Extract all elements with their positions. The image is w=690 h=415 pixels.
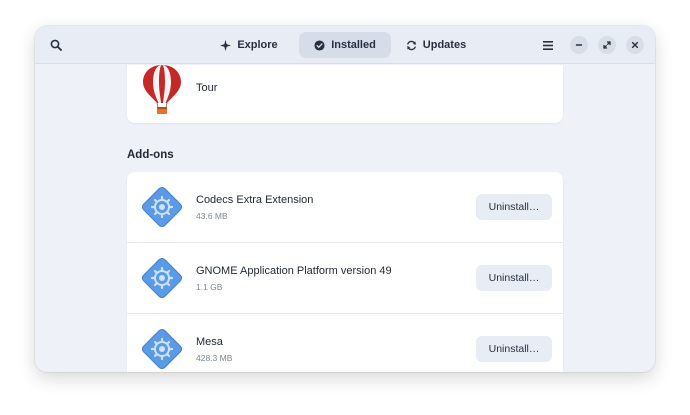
uninstall-button[interactable]: Uninstall… [476, 265, 552, 291]
addons-card: Codecs Extra Extension 43.6 MB Uninstall… [127, 172, 563, 372]
check-circle-icon [314, 39, 325, 51]
installed-list: Tour Add-ons Codecs Extra Extension 43.6… [35, 65, 655, 372]
apps-card: Tour [127, 65, 563, 123]
app-window: Explore Installed Updates Tour Add-ons C… [35, 26, 655, 372]
addon-size: 43.6 MB [196, 211, 228, 221]
addon-gear-icon [141, 257, 183, 299]
list-item[interactable]: Codecs Extra Extension 43.6 MB Uninstall… [127, 172, 563, 243]
tab-label: Explore [237, 39, 278, 51]
list-item[interactable]: Mesa 428.3 MB Uninstall… [127, 314, 563, 372]
section-title: Add-ons [127, 149, 174, 161]
app-name: Tour [196, 82, 218, 94]
tab-updates[interactable]: Updates [401, 32, 471, 58]
addon-size: 428.3 MB [196, 353, 233, 363]
close-button[interactable] [626, 36, 644, 54]
addon-name: Mesa [196, 336, 223, 348]
tab-installed[interactable]: Installed [299, 32, 391, 58]
tab-label: Installed [331, 39, 376, 51]
uninstall-button[interactable]: Uninstall… [476, 336, 552, 362]
header-bar: Explore Installed Updates [35, 26, 655, 64]
minimize-button[interactable] [570, 36, 588, 54]
list-item[interactable]: Tour [127, 65, 563, 123]
uninstall-button[interactable]: Uninstall… [476, 194, 552, 220]
addon-name: GNOME Application Platform version 49 [196, 265, 392, 277]
maximize-icon [603, 41, 611, 49]
hamburger-menu-icon [543, 40, 553, 50]
minimize-icon [575, 44, 583, 46]
refresh-icon [406, 40, 416, 50]
tab-explore[interactable]: Explore [213, 32, 285, 58]
addon-gear-icon [141, 186, 183, 228]
maximize-button[interactable] [598, 36, 616, 54]
addon-name: Codecs Extra Extension [196, 194, 314, 206]
tab-label: Updates [422, 39, 467, 51]
hot-air-balloon-icon [143, 65, 181, 114]
sparkle-icon [220, 39, 232, 51]
addon-size: 1.1 GB [196, 282, 223, 292]
list-item[interactable]: GNOME Application Platform version 49 1.… [127, 243, 563, 314]
close-icon [631, 41, 639, 49]
addon-gear-icon [141, 328, 183, 370]
main-menu-button[interactable] [536, 34, 560, 56]
view-switcher: Explore Installed Updates [35, 32, 655, 58]
